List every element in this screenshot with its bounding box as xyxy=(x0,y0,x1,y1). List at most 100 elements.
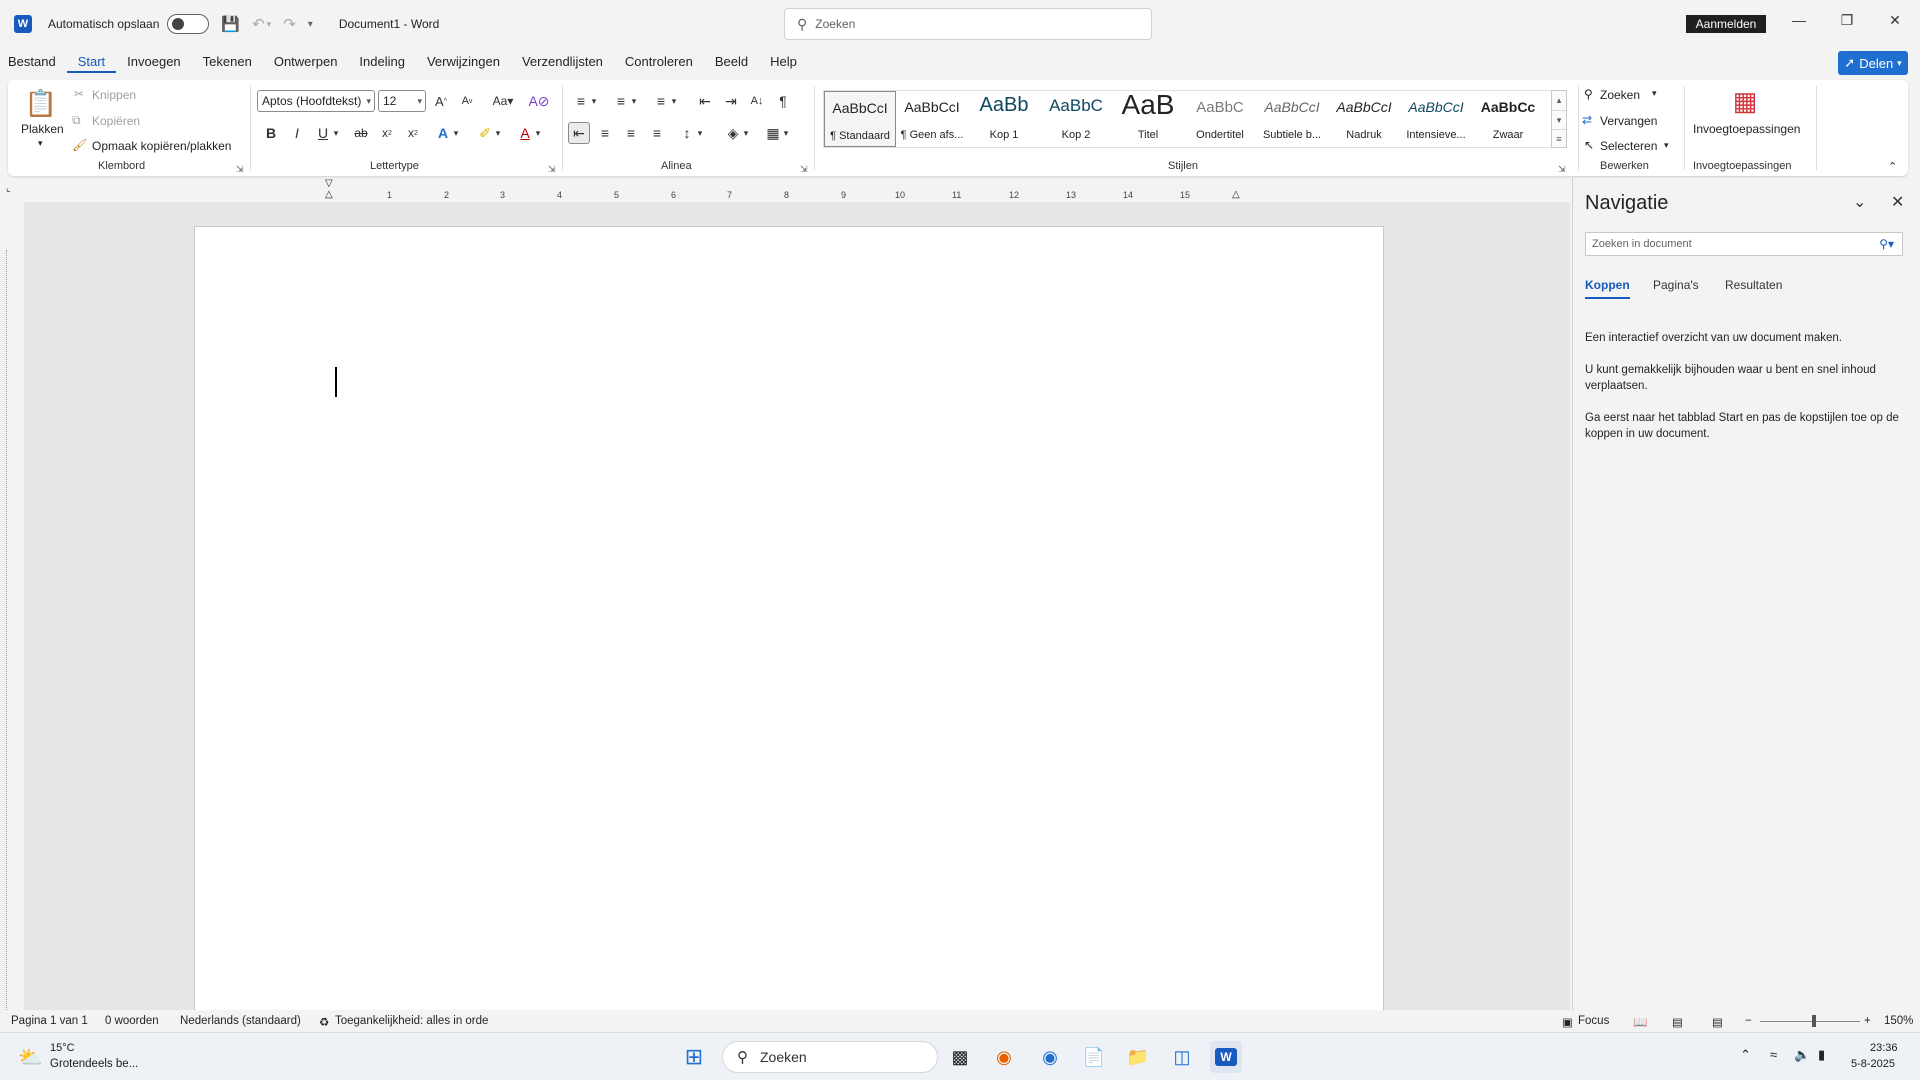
font-launcher-icon[interactable]: ⇲ xyxy=(548,164,556,175)
format-painter-icon[interactable]: 🖌 xyxy=(72,138,87,152)
italic-icon[interactable]: I xyxy=(286,122,308,144)
shrink-font-icon[interactable]: Av xyxy=(456,90,478,112)
styles-launcher-icon[interactable]: ⇲ xyxy=(1558,164,1566,175)
underline-dropdown-icon[interactable]: ▾ xyxy=(330,122,342,144)
paste-button[interactable]: Plakken xyxy=(21,122,64,136)
tab-invoegen[interactable]: Invoegen xyxy=(116,52,192,71)
select-button[interactable]: Selecteren xyxy=(1600,139,1657,153)
sort-icon[interactable]: A↓ xyxy=(746,90,768,112)
copy-icon[interactable]: ⧉ xyxy=(72,113,81,128)
tab-start[interactable]: Start xyxy=(66,52,117,73)
pilcrow-icon[interactable]: ¶ xyxy=(772,90,794,112)
word-count[interactable]: 0 woorden xyxy=(105,1015,159,1027)
zoom-level[interactable]: 150% xyxy=(1884,1015,1913,1027)
accessibility-status[interactable]: Toegankelijkheid: alles in orde xyxy=(335,1015,488,1027)
paste-dropdown-icon[interactable]: ▾ xyxy=(38,138,43,149)
vertical-ruler[interactable] xyxy=(6,250,20,1010)
cut-icon[interactable]: ✂ xyxy=(74,87,84,101)
right-indent-marker[interactable]: △ xyxy=(1232,189,1240,200)
pane-options-icon[interactable]: ⌄ xyxy=(1853,192,1866,212)
nav-tab-koppen[interactable]: Koppen xyxy=(1585,278,1630,299)
style-zwaar[interactable]: AaBbCc Zwaar xyxy=(1472,91,1544,147)
first-line-indent-marker[interactable]: ▽ xyxy=(325,178,333,189)
align-right-icon[interactable]: ≡ xyxy=(620,122,642,144)
increase-indent-icon[interactable]: ⇥ xyxy=(720,90,742,112)
numbering-dropdown-icon[interactable]: ▾ xyxy=(628,90,640,112)
horizontal-ruler[interactable]: ▽ △ △ 1 2 3 4 5 6 7 8 9 10 11 12 13 14 1… xyxy=(0,178,1570,200)
minimize-icon[interactable]: — xyxy=(1787,12,1811,28)
start-icon[interactable]: ⊞ xyxy=(678,1041,710,1073)
nav-tab-paginas[interactable]: Pagina's xyxy=(1653,278,1699,297)
style-nadruk[interactable]: AaBbCcI Nadruk xyxy=(1328,91,1400,147)
wifi-icon[interactable]: ≈ xyxy=(1770,1047,1777,1062)
align-center-icon[interactable]: ≡ xyxy=(594,122,616,144)
taskbar-search[interactable]: ⚲ Zoeken xyxy=(722,1041,938,1073)
subscript-icon[interactable]: x2 xyxy=(376,122,398,144)
battery-icon[interactable]: ▮ xyxy=(1818,1047,1825,1063)
line-spacing-dropdown-icon[interactable]: ▾ xyxy=(694,122,706,144)
style-geen-afstand[interactable]: AaBbCcI ¶ Geen afs... xyxy=(896,91,968,147)
read-mode-icon[interactable]: 📖 xyxy=(1633,1015,1647,1029)
restore-icon[interactable]: ❐ xyxy=(1835,12,1859,29)
focus-button[interactable]: Focus xyxy=(1578,1015,1609,1027)
notepad-icon[interactable]: 📄 xyxy=(1078,1041,1110,1073)
tab-ontwerpen[interactable]: Ontwerpen xyxy=(263,52,349,71)
chevron-up-icon[interactable]: ▴ xyxy=(1552,91,1566,110)
find-dropdown-icon[interactable]: ▾ xyxy=(1652,88,1657,99)
style-subtiele-benadrukking[interactable]: AaBbCcI Subtiele b... xyxy=(1256,91,1328,147)
highlight-dropdown-icon[interactable]: ▾ xyxy=(492,122,504,144)
page-count[interactable]: Pagina 1 van 1 xyxy=(11,1015,88,1027)
tab-verzendlijsten[interactable]: Verzendlijsten xyxy=(511,52,614,71)
style-standaard[interactable]: AaBbCcI ¶ Standaard xyxy=(824,91,896,147)
more-styles-icon[interactable]: ≡ xyxy=(1552,129,1566,147)
task-view-icon[interactable]: ▩ xyxy=(944,1041,976,1073)
font-color-dropdown-icon[interactable]: ▾ xyxy=(532,122,544,144)
autosave-toggle[interactable] xyxy=(167,14,210,34)
cut-button[interactable]: Knippen xyxy=(92,88,136,102)
grow-font-icon[interactable]: A ^ xyxy=(430,90,452,112)
style-kop-1[interactable]: AaBb Kop 1 xyxy=(968,91,1040,147)
print-layout-icon[interactable]: ▤ xyxy=(1672,1015,1683,1029)
tab-indeling[interactable]: Indeling xyxy=(348,52,416,71)
signin-button[interactable]: Aanmelden xyxy=(1686,15,1766,33)
multilevel-dropdown-icon[interactable]: ▾ xyxy=(668,90,680,112)
addins-button[interactable]: Invoegtoepassingen xyxy=(1693,122,1800,136)
thunderbird-icon[interactable]: ◉ xyxy=(1034,1041,1066,1073)
tab-verwijzingen[interactable]: Verwijzingen xyxy=(416,52,511,71)
tab-bestand[interactable]: Bestand xyxy=(0,52,67,71)
zoom-out-icon[interactable]: − xyxy=(1745,1015,1752,1027)
font-size-select[interactable]: 12 ▾ xyxy=(378,90,426,112)
firefox-icon[interactable]: ◉ xyxy=(988,1041,1020,1073)
clipboard-launcher-icon[interactable]: ⇲ xyxy=(236,164,244,175)
close-pane-icon[interactable]: ✕ xyxy=(1891,192,1904,212)
store-icon[interactable]: ◫ xyxy=(1166,1041,1198,1073)
word-taskbar-icon[interactable]: W xyxy=(1210,1041,1242,1073)
justify-icon[interactable]: ≡ xyxy=(646,122,668,144)
style-titel[interactable]: AaB Titel xyxy=(1112,89,1184,147)
styles-gallery-scroll[interactable]: ▴ ▾ ≡ xyxy=(1551,90,1567,148)
hanging-indent-marker[interactable]: △ xyxy=(325,189,333,200)
borders-dropdown-icon[interactable]: ▾ xyxy=(780,122,792,144)
find-icon[interactable]: ⚲ xyxy=(1584,87,1593,101)
clock-date[interactable]: 5-8-2025 xyxy=(1851,1058,1895,1070)
zoom-in-icon[interactable]: + xyxy=(1864,1015,1871,1027)
language-status[interactable]: Nederlands (standaard) xyxy=(180,1015,301,1027)
format-painter-button[interactable]: Opmaak kopiëren/plakken xyxy=(92,139,231,153)
collapse-ribbon-icon[interactable]: ⌃ xyxy=(1888,160,1897,173)
close-icon[interactable]: ✕ xyxy=(1883,12,1907,29)
undo-dropdown-icon[interactable]: ▾ xyxy=(267,19,272,30)
search-icon[interactable]: ⚲▾ xyxy=(1879,237,1894,251)
share-button[interactable]: ➚ Delen ▾ xyxy=(1838,51,1908,75)
replace-icon[interactable]: ⇄ xyxy=(1582,113,1592,127)
copy-button[interactable]: Kopiëren xyxy=(92,114,140,128)
title-search-box[interactable]: ⚲ Zoeken xyxy=(784,8,1152,40)
superscript-icon[interactable]: x2 xyxy=(402,122,424,144)
navigation-search-input[interactable]: Zoeken in document ⚲▾ xyxy=(1585,232,1903,256)
addins-icon[interactable]: ▦ xyxy=(1728,84,1762,118)
shading-dropdown-icon[interactable]: ▾ xyxy=(740,122,752,144)
file-explorer-icon[interactable]: 📁 xyxy=(1122,1041,1154,1073)
bullets-dropdown-icon[interactable]: ▾ xyxy=(588,90,600,112)
zoom-slider[interactable] xyxy=(1760,1021,1860,1022)
paragraph-launcher-icon[interactable]: ⇲ xyxy=(800,164,808,175)
font-name-select[interactable]: Aptos (Hoofdtekst) ▾ xyxy=(257,90,375,112)
